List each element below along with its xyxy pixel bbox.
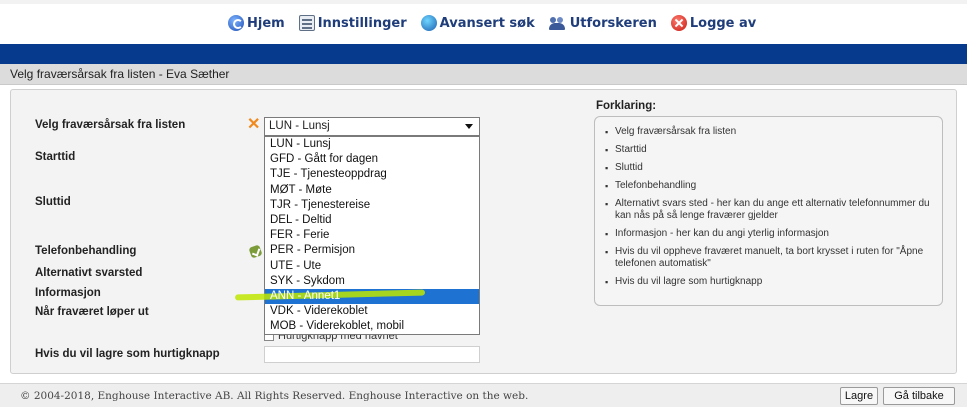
nav-logout-label: Logge av (689, 15, 757, 31)
help-item: ▪ Velg fraværsårsak fra listen (605, 126, 932, 138)
help-item: ▪ Telefonbehandling (605, 180, 932, 192)
bullet-icon: ▪ (605, 145, 609, 155)
nav-logout-link[interactable]: Logge av (670, 15, 757, 31)
alternative-answer-label: Alternativt svarsted (35, 267, 143, 279)
absence-form-panel: Velg fraværsårsak fra listen ✕ LUN - Lun… (10, 89, 957, 374)
dropdown-option[interactable]: UTE - Ute (265, 259, 479, 274)
save-button[interactable]: Lagre (840, 387, 878, 405)
bullet-icon: ▪ (605, 127, 609, 137)
dropdown-option[interactable]: VDK - Viderekoblet (265, 304, 479, 319)
back-button[interactable]: Gå tilbake (883, 387, 955, 405)
nav-links: Hjem Innstillinger Avansert søk Utforske… (228, 15, 770, 31)
help-item-text: Hvis du vil lagre som hurtigknapp (615, 276, 763, 287)
dropdown-option[interactable]: TJR - Tjenestereise (265, 198, 479, 213)
bullet-icon: ▪ (605, 163, 609, 173)
help-item: ▪ Hvis du vil oppheve fraværet manuelt, t… (605, 246, 932, 270)
dropdown-option[interactable]: GFD - Gått for dagen (265, 152, 479, 167)
settings-icon (298, 15, 315, 31)
nav-explorer-link[interactable]: Utforskeren (548, 15, 657, 31)
top-navigation: Hjem Innstillinger Avansert søk Utforske… (0, 0, 967, 44)
dropdown-option[interactable]: PER - Permisjon (265, 243, 479, 258)
dropdown-option[interactable]: MØT - Møte (265, 183, 479, 198)
logout-icon (670, 15, 687, 31)
nav-settings-link[interactable]: Innstillinger (298, 15, 407, 31)
end-time-label: Sluttid (35, 196, 71, 208)
help-box: ▪ Velg fraværsårsak fra listen ▪ Starttid … (594, 116, 943, 306)
help-item: ▪ Sluttid (605, 162, 932, 174)
help-item-text: Starttid (615, 144, 647, 155)
absence-reason-dropdown[interactable]: LUN - Lunsj GFD - Gått for dagen TJE - T… (264, 136, 480, 336)
bullet-icon: ▪ (605, 229, 609, 239)
help-item: ▪ Alternativt svars sted - her kan du ang… (605, 198, 932, 222)
help-item-text: Informasjon - her kan du angi yterlig in… (615, 228, 829, 239)
help-item-text: Alternativt svars sted - her kan du ange… (615, 198, 930, 221)
nav-advanced-search-label: Avansert søk (439, 15, 535, 31)
dropdown-option[interactable]: LUN - Lunsj (265, 137, 479, 152)
nav-settings-label: Innstillinger (317, 15, 407, 31)
help-item: ▪ Starttid (605, 144, 932, 156)
chevron-down-icon (465, 124, 473, 129)
nav-advanced-search-link[interactable]: Avansert søk (420, 15, 535, 31)
highlighted-option-label: ANN - Annet1 (270, 289, 341, 302)
dropdown-option[interactable]: FER - Ferie (265, 228, 479, 243)
home-icon (228, 15, 244, 31)
start-time-label: Starttid (35, 151, 76, 163)
phone-check-icon (248, 244, 263, 259)
nav-home-label: Hjem (247, 15, 285, 31)
shortcut-label: Hvis du vil lagre som hurtigknapp (35, 348, 220, 360)
reason-label: Velg fraværsårsak fra listen (35, 119, 186, 131)
dropdown-option-highlighted[interactable]: ANN - Annet1 (265, 288, 479, 305)
shortcut-name-field[interactable] (264, 346, 480, 363)
nav-explorer-label: Utforskeren (569, 15, 657, 31)
bullet-icon: ▪ (605, 199, 609, 209)
header-bar (0, 44, 967, 64)
help-title: Forklaring: (596, 100, 657, 112)
bullet-icon: ▪ (605, 181, 609, 191)
required-x-icon: ✕ (247, 116, 261, 133)
help-item-text: Sluttid (615, 162, 643, 173)
phone-handling-label: Telefonbehandling (35, 245, 137, 257)
nav-home-link[interactable]: Hjem (228, 15, 285, 31)
dropdown-option[interactable]: TJE - Tjenesteoppdrag (265, 167, 479, 182)
page-title: Velg fraværsårsak fra listen - Eva Sæthe… (0, 64, 967, 85)
bullet-icon: ▪ (605, 277, 609, 287)
dropdown-option[interactable]: SYK - Sykdom (265, 274, 479, 289)
information-label: Informasjon (35, 287, 101, 299)
absence-reason-value: LUN - Lunsj (269, 120, 330, 132)
help-item: ▪ Informasjon - her kan du angi yterlig i… (605, 228, 932, 240)
dropdown-option[interactable]: MOB - Viderekoblet, mobil (265, 319, 479, 334)
help-item-text: Hvis du vil oppheve fraværet manuelt, ta… (615, 246, 924, 269)
help-item-text: Velg fraværsårsak fra listen (615, 126, 737, 137)
globe-search-icon (420, 15, 437, 31)
dropdown-option[interactable]: DEL - Deltid (265, 213, 479, 228)
users-icon (548, 15, 567, 31)
copyright-text: © 2004-2018, Enghouse Interactive AB. Al… (20, 390, 529, 402)
expire-label: Når fraværet løper ut (35, 306, 149, 318)
absence-reason-select[interactable]: LUN - Lunsj (264, 117, 480, 136)
footer: © 2004-2018, Enghouse Interactive AB. Al… (0, 383, 967, 407)
help-item-text: Telefonbehandling (615, 180, 697, 191)
help-item: ▪ Hvis du vil lagre som hurtigknapp (605, 276, 932, 288)
bullet-icon: ▪ (605, 247, 609, 257)
